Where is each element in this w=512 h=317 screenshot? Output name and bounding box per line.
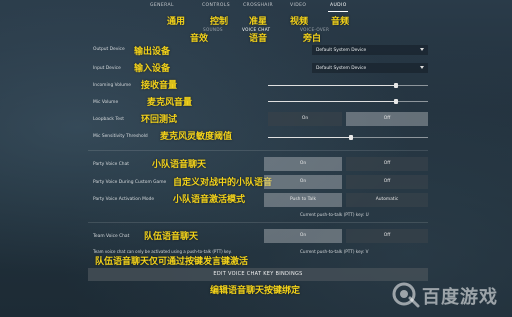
- subtab-voice-over-cn: 旁白: [303, 34, 322, 44]
- tab-audio[interactable]: AUDIO: [330, 3, 347, 8]
- party-voice-custom-cn: 自定义对战中的小队语音: [173, 178, 273, 188]
- push-to-talk-button[interactable]: Push to Talk: [264, 193, 342, 207]
- incoming-volume-fill: [268, 85, 396, 86]
- baidu-logo-icon: [392, 282, 420, 308]
- incoming-volume-cn: 接收音量: [141, 81, 178, 91]
- loopback-off-button[interactable]: Off: [346, 112, 428, 126]
- mic-threshold-slider[interactable]: [268, 135, 428, 140]
- output-device-label: Output Device: [93, 47, 125, 52]
- tab-general-cn: 通用: [167, 17, 186, 27]
- team-voice-chat-cn: 队伍语音聊天: [144, 232, 199, 242]
- team-ptt-note-cn: 队伍语音聊天仅可通过按键发言键激活: [95, 257, 249, 267]
- party-voice-chat-cn: 小队语音聊天: [152, 160, 207, 170]
- incoming-volume-label: Incoming Volume: [93, 83, 131, 88]
- tab-video-cn: 视频: [290, 17, 309, 27]
- party-ptt-key-text: Current push-to-talk (PTT) key: U: [300, 212, 369, 217]
- edit-key-bindings-cn: 编辑语音聊天按键绑定: [210, 286, 301, 296]
- mic-threshold-thumb[interactable]: [349, 135, 354, 140]
- mic-volume-slider[interactable]: [268, 99, 428, 104]
- team-voice-chat-label: Team Voice Chat: [93, 234, 130, 239]
- tab-controls-cn: 控制: [210, 17, 229, 27]
- party-activation-cn: 小队语音激活模式: [173, 195, 246, 205]
- mic-threshold-label: Mic Sensitivity Threshold: [93, 134, 148, 139]
- team-voice-off-button[interactable]: Off: [346, 229, 428, 243]
- section-divider: [88, 150, 428, 151]
- party-custom-on-button[interactable]: On: [264, 175, 342, 189]
- edit-key-bindings-button[interactable]: EDIT VOICE CHAT KEY BINDINGS: [88, 268, 428, 281]
- output-device-dropdown[interactable]: Default System Device: [312, 45, 428, 55]
- subtab-sounds-cn: 音效: [190, 34, 209, 44]
- mic-volume-thumb[interactable]: [394, 99, 398, 104]
- party-voice-on-button[interactable]: On: [264, 157, 342, 171]
- mic-volume-cn: 麦克风音量: [147, 98, 193, 108]
- team-ptt-key-text: Current push-to-talk (PTT) key: V: [300, 249, 369, 254]
- party-custom-off-button[interactable]: Off: [346, 175, 428, 189]
- loopback-test-label: Loopback Test: [93, 117, 125, 122]
- loopback-on-button[interactable]: On: [268, 112, 342, 126]
- tab-crosshair[interactable]: CROSSHAIR: [243, 3, 273, 8]
- tab-controls[interactable]: CONTROLS: [202, 3, 230, 8]
- party-voice-chat-label: Party Voice Chat: [93, 162, 130, 167]
- tab-general[interactable]: GENERAL: [150, 3, 174, 8]
- top-nav: GENERAL CONTROLS CROSSHAIR VIDEO AUDIO 通…: [0, 0, 512, 44]
- section-divider: [88, 222, 428, 223]
- tab-video[interactable]: VIDEO: [290, 3, 306, 8]
- output-device-value: Default System Device: [316, 47, 367, 53]
- watermark-text: 百度游戏: [422, 287, 498, 308]
- active-tab-underline: [328, 11, 348, 12]
- mic-threshold-fill: [268, 137, 352, 138]
- loopback-test-cn: 环回测试: [141, 115, 178, 125]
- party-voice-custom-label: Party Voice During Custom Game: [93, 180, 167, 185]
- team-voice-on-button[interactable]: On: [264, 229, 342, 243]
- subtab-voice-chat-cn: 语音: [249, 34, 268, 44]
- incoming-volume-slider[interactable]: [268, 83, 428, 88]
- chevron-down-icon: [420, 48, 424, 51]
- mic-volume-label: Mic Volume: [93, 100, 119, 105]
- party-activation-label: Party Voice Activation Mode: [93, 197, 155, 202]
- input-device-cn: 输入设备: [134, 64, 171, 74]
- chevron-down-icon: [420, 66, 424, 69]
- mic-volume-fill: [268, 101, 396, 102]
- output-device-cn: 输出设备: [134, 47, 171, 57]
- input-device-value: Default System Device: [316, 65, 367, 71]
- mic-threshold-cn: 麦克风灵敏度阈值: [160, 132, 233, 142]
- input-device-label: Input Device: [93, 66, 121, 71]
- automatic-button[interactable]: Automatic: [346, 193, 428, 207]
- party-voice-off-button[interactable]: Off: [346, 157, 428, 171]
- tab-audio-cn: 音频: [331, 17, 350, 27]
- incoming-volume-thumb[interactable]: [394, 83, 398, 88]
- tab-crosshair-cn: 准星: [249, 17, 268, 27]
- baidu-game-watermark: 百度游戏: [392, 280, 504, 308]
- input-device-dropdown[interactable]: Default System Device: [312, 63, 428, 73]
